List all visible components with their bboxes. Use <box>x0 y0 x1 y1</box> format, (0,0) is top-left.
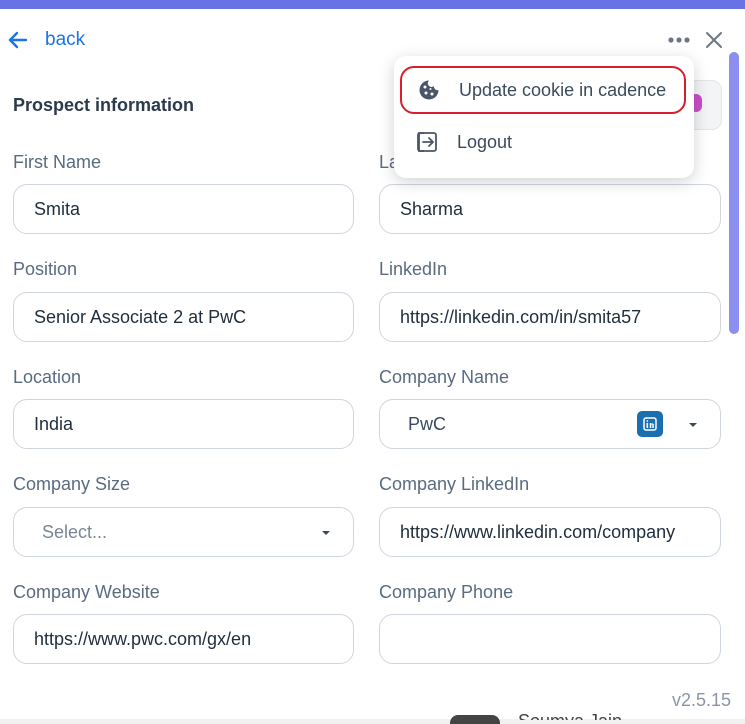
position-value: Senior Associate 2 at PwC <box>34 306 247 327</box>
section-title: Prospect information <box>13 95 195 115</box>
partial-name-text: Soumya Jain <box>518 706 622 720</box>
chevron-down-icon[interactable] <box>321 529 331 537</box>
location-value: India <box>34 413 74 434</box>
company-phone-field[interactable] <box>379 614 721 664</box>
company-website-value: https://www.pwc.com/gx/en <box>34 628 252 649</box>
company-size-placeholder: Select... <box>42 521 108 542</box>
location-label: Location <box>13 367 82 387</box>
cookie-icon <box>419 80 439 100</box>
company-website-label: Company Website <box>13 582 160 602</box>
version-label: v2.5.15 <box>672 690 732 710</box>
last-name-field[interactable]: Sharma <box>379 184 721 234</box>
linkedin-logo-icon[interactable] <box>637 411 663 437</box>
menu-item-logout[interactable]: Logout <box>400 118 686 166</box>
close-icon[interactable] <box>704 30 724 50</box>
arrow-left-icon <box>8 31 28 49</box>
bottom-strip <box>0 719 745 724</box>
company-size-select[interactable]: Select... <box>13 507 354 557</box>
avatar <box>450 715 500 724</box>
company-name-value: PwC <box>408 413 447 434</box>
company-size-label: Company Size <box>13 474 131 494</box>
first-name-value: Smita <box>34 198 81 219</box>
linkedin-value: https://linkedin.com/in/smita57 <box>400 306 642 327</box>
more-options-menu: Update cookie in cadence Logout <box>394 56 694 178</box>
company-linkedin-label: Company LinkedIn <box>379 474 530 494</box>
more-horizontal-icon[interactable] <box>666 31 692 49</box>
company-linkedin-value: https://www.linkedin.com/company <box>400 521 676 542</box>
menu-item-label: Logout <box>457 131 513 152</box>
first-name-label: First Name <box>13 152 102 172</box>
position-field[interactable]: Senior Associate 2 at PwC <box>13 292 354 342</box>
menu-item-label: Update cookie in cadence <box>459 79 667 100</box>
scrollbar-thumb[interactable] <box>729 52 739 334</box>
first-name-field[interactable]: Smita <box>13 184 354 234</box>
menu-item-update-cookie[interactable]: Update cookie in cadence <box>400 66 686 114</box>
company-linkedin-field[interactable]: https://www.linkedin.com/company <box>379 507 721 557</box>
position-label: Position <box>13 259 78 279</box>
company-phone-label: Company Phone <box>379 582 514 602</box>
back-link[interactable]: back <box>8 29 85 51</box>
back-label: back <box>45 29 86 50</box>
last-name-value: Sharma <box>400 198 464 219</box>
company-name-label: Company Name <box>379 367 510 387</box>
logout-icon <box>417 132 437 152</box>
location-field[interactable]: India <box>13 399 354 449</box>
linkedin-field[interactable]: https://linkedin.com/in/smita57 <box>379 292 721 342</box>
linkedin-label: LinkedIn <box>379 259 448 279</box>
chevron-down-icon[interactable] <box>688 421 698 429</box>
company-website-field[interactable]: https://www.pwc.com/gx/en <box>13 614 354 664</box>
top-accent-bar <box>0 0 745 9</box>
company-name-select[interactable]: PwC <box>379 399 721 449</box>
